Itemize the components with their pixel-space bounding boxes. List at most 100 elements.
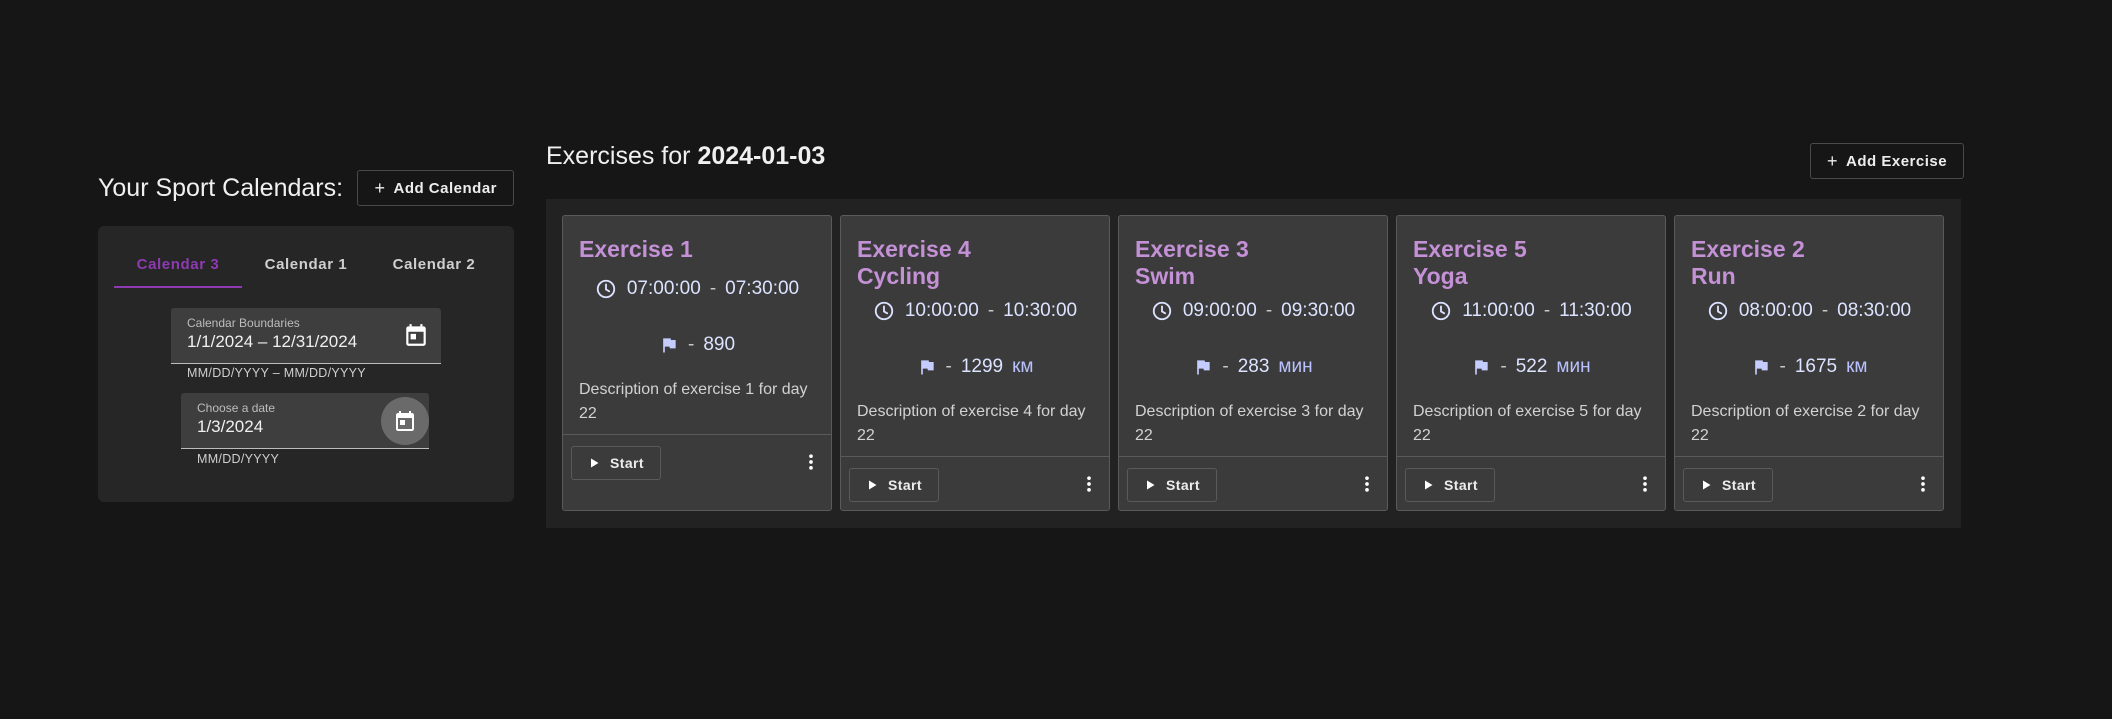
play-icon <box>1700 479 1712 491</box>
start-time: 09:00:00 <box>1182 300 1257 321</box>
boundaries-hint: MM/DD/YYYY – MM/DD/YYYY <box>187 366 366 380</box>
card-divider <box>1397 456 1665 457</box>
choose-date-field[interactable]: Choose a date 1/3/2024 <box>181 393 429 449</box>
exercise-title-line: Exercise 1 <box>579 236 693 262</box>
metric-separator: - <box>1222 356 1229 377</box>
calendar-icon[interactable] <box>403 322 429 348</box>
end-time: 08:30:00 <box>1837 300 1912 321</box>
plus-icon: + <box>374 177 386 198</box>
exercise-type: Run <box>1691 263 1736 289</box>
more-vert-icon[interactable] <box>1913 469 1933 499</box>
exercise-type: Cycling <box>857 263 941 289</box>
start-label: Start <box>1722 477 1756 493</box>
tab-label: Calendar 1 <box>264 255 348 273</box>
exercise-time-row: 10:00:00-10:30:00 <box>841 300 1109 322</box>
metric-unit: мин <box>1556 356 1591 377</box>
calendar-tabs: Calendar 3 Calendar 1 Calendar 2 <box>114 240 498 288</box>
more-vert-icon[interactable] <box>801 447 821 477</box>
tab-calendar-3[interactable]: Calendar 3 <box>114 240 242 288</box>
exercise-title-line: Exercise 4 <box>857 236 971 262</box>
exercise-time-row: 07:00:00-07:30:00 <box>563 278 831 300</box>
tab-label: Calendar 2 <box>392 255 476 273</box>
exercise-description: Description of exercise 3 for day 22 <box>1135 403 1364 444</box>
exercise-metric-row: -1675 км <box>1675 356 1943 378</box>
exercise-description: Description of exercise 1 for day 22 <box>579 381 808 422</box>
play-icon <box>1422 479 1434 491</box>
time-separator: - <box>1543 300 1551 321</box>
exercise-title: Exercise 1 <box>579 236 693 263</box>
end-time: 07:30:00 <box>725 278 800 299</box>
metric-value: 283 <box>1237 356 1270 377</box>
exercise-title: Exercise 3 Swim <box>1135 236 1249 290</box>
exercise-metric-row: -283 мин <box>1119 356 1387 378</box>
flag-icon <box>1193 357 1213 377</box>
exercises-title: Exercises for 2024-01-03 <box>546 142 825 171</box>
end-time: 10:30:00 <box>1003 300 1078 321</box>
start-button[interactable]: Start <box>1683 468 1773 502</box>
card-divider <box>1119 456 1387 457</box>
add-calendar-button[interactable]: + Add Calendar <box>357 170 514 206</box>
exercise-title-line: Exercise 2 <box>1691 236 1805 262</box>
start-button[interactable]: Start <box>571 446 661 480</box>
flag-icon <box>1471 357 1491 377</box>
metric-unit: мин <box>1278 356 1313 377</box>
card-divider <box>841 456 1109 457</box>
metric-value: 522 <box>1515 356 1548 377</box>
calendar-panel: Calendar 3 Calendar 1 Calendar 2 Calenda… <box>98 226 514 502</box>
metric-value: 1675 <box>1794 356 1838 377</box>
add-exercise-button[interactable]: + Add Exercise <box>1810 143 1965 179</box>
plus-icon: + <box>1827 150 1839 171</box>
date-value: 1/3/2024 <box>197 417 264 436</box>
date-label: Choose a date <box>197 401 276 415</box>
exercise-title-line: Exercise 3 <box>1135 236 1249 262</box>
exercise-description: Description of exercise 5 for day 22 <box>1413 403 1642 444</box>
exercise-description: Description of exercise 4 for day 22 <box>857 403 1086 444</box>
exercise-type: Swim <box>1135 263 1196 289</box>
start-time: 08:00:00 <box>1738 300 1813 321</box>
flag-icon <box>1751 357 1771 377</box>
card-divider <box>1675 456 1943 457</box>
exercise-title-line: Exercise 5 <box>1413 236 1527 262</box>
more-vert-icon[interactable] <box>1635 469 1655 499</box>
exercise-description: Description of exercise 2 for day 22 <box>1691 403 1920 444</box>
more-vert-icon[interactable] <box>1079 469 1099 499</box>
exercise-card: Exercise 3 Swim 09:00:00-09:30:00-283 мин De… <box>1118 215 1388 511</box>
tab-label: Calendar 3 <box>136 255 220 273</box>
end-time: 11:30:00 <box>1559 300 1632 321</box>
exercise-time-row: 08:00:00-08:30:00 <box>1675 300 1943 322</box>
add-exercise-label: Add Exercise <box>1846 152 1948 170</box>
start-label: Start <box>1166 477 1200 493</box>
metric-unit: км <box>1012 356 1034 377</box>
exercise-card: Exercise 4 Cycling 10:00:00-10:30:00 -1299 к… <box>840 215 1110 511</box>
start-button[interactable]: Start <box>1405 468 1495 502</box>
start-button[interactable]: Start <box>849 468 939 502</box>
start-label: Start <box>888 477 922 493</box>
tab-calendar-1[interactable]: Calendar 1 <box>242 240 370 288</box>
time-separator: - <box>709 278 717 299</box>
exercise-time-row: 11:00:00-11:30:00 <box>1397 300 1665 322</box>
boundaries-value: 1/1/2024 – 12/31/2024 <box>187 332 358 351</box>
exercise-metric-row: -1299 км <box>841 356 1109 378</box>
metric-separator: - <box>1500 356 1507 377</box>
date-picker-button[interactable] <box>381 397 429 445</box>
time-separator: - <box>1265 300 1273 321</box>
exercise-metric-row: -522 мин <box>1397 356 1665 378</box>
exercise-type: Yoga <box>1413 263 1468 289</box>
start-label: Start <box>1444 477 1478 493</box>
clock-icon <box>595 278 617 300</box>
boundaries-label: Calendar Boundaries <box>187 316 300 330</box>
clock-icon <box>1430 300 1452 322</box>
time-separator: - <box>987 300 995 321</box>
play-icon <box>588 457 600 469</box>
tab-calendar-2[interactable]: Calendar 2 <box>370 240 498 288</box>
play-icon <box>866 479 878 491</box>
calendar-boundaries-field[interactable]: Calendar Boundaries 1/1/2024 – 12/31/202… <box>171 308 441 364</box>
start-label: Start <box>610 455 644 471</box>
clock-icon <box>1151 300 1173 322</box>
end-time: 09:30:00 <box>1281 300 1356 321</box>
time-separator: - <box>1821 300 1829 321</box>
exercise-title: Exercise 2 Run <box>1691 236 1805 290</box>
start-button[interactable]: Start <box>1127 468 1217 502</box>
card-divider <box>563 434 831 435</box>
more-vert-icon[interactable] <box>1357 469 1377 499</box>
